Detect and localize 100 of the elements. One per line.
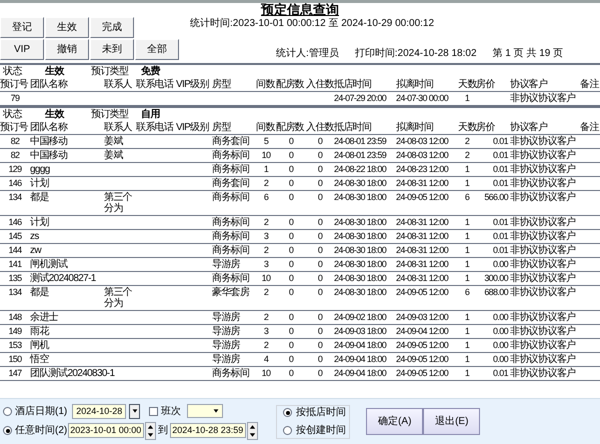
action-button[interactable]: 确定(A) bbox=[366, 408, 424, 435]
table-cell: 商务标间 bbox=[212, 192, 250, 203]
table-cell: 24-08-30 18:00 bbox=[334, 273, 386, 283]
table-cell: 非协议协议客户 bbox=[510, 178, 576, 189]
column-header: 房价 bbox=[476, 122, 495, 133]
booking-type-value: 自用 bbox=[141, 108, 160, 121]
checkbox[interactable] bbox=[149, 406, 158, 416]
table-cell: 24-08-31 12:00 bbox=[396, 178, 448, 188]
filter-button[interactable]: VIP bbox=[0, 39, 44, 60]
table-cell: 测试20240827-1 bbox=[30, 273, 96, 284]
table-cell: 0 bbox=[318, 354, 322, 364]
start-time-field[interactable]: 2023-10-01 00:00 bbox=[68, 423, 144, 438]
table-cell-text: 姜斌 bbox=[104, 136, 124, 147]
end-time-field[interactable]: 2024-10-28 23:59 bbox=[170, 423, 246, 438]
time-basis-label: 按抵店时间 bbox=[296, 406, 346, 420]
filter-button[interactable]: 全部 bbox=[135, 39, 179, 60]
table-cell: 0 bbox=[318, 192, 322, 202]
table-cell: 24-08-30 18:00 bbox=[334, 178, 386, 188]
column-header: 协议客户 bbox=[510, 122, 548, 133]
table-cell: 0 bbox=[288, 164, 294, 174]
column-header: VIP级别 bbox=[176, 122, 209, 133]
table-cell: 非协议协议客户 bbox=[510, 93, 576, 104]
filter-button[interactable]: 生效 bbox=[45, 17, 89, 38]
table-cell: 非协议协议客户 bbox=[510, 287, 576, 298]
table-cell: 24-08-01 23:59 bbox=[334, 136, 386, 146]
table-cell: 非协议协议客户 bbox=[510, 217, 576, 228]
table-cell: 24-08-31 12:00 bbox=[396, 217, 448, 227]
table-cell: 145 bbox=[8, 231, 22, 241]
column-header: 拟离时间 bbox=[396, 79, 434, 90]
table-cell: 非协议协议客户 bbox=[510, 245, 576, 256]
table-cell: 商务标间 bbox=[212, 217, 250, 228]
table-cell: 300.00 bbox=[484, 273, 508, 283]
table-cell: 3 bbox=[264, 326, 268, 336]
table-cell: 24-08-30 18:00 bbox=[334, 231, 386, 241]
column-header: 预订号 bbox=[0, 79, 28, 90]
table-cell: 148 bbox=[8, 312, 22, 322]
time-basis-label: 按创建时间 bbox=[296, 424, 346, 438]
table-cell: 非协议协议客户 bbox=[510, 259, 576, 270]
table-cell: 0 bbox=[288, 136, 294, 146]
table-cell: 闸机测试 bbox=[30, 259, 68, 270]
table-cell: 都是 bbox=[30, 192, 49, 203]
filter-button[interactable]: 登记 bbox=[0, 17, 44, 38]
table-cell: 非协议协议客户 bbox=[510, 136, 576, 147]
spinner-icon[interactable] bbox=[247, 422, 258, 440]
table-cell: 0 bbox=[288, 340, 294, 350]
table-cell: 0.01 bbox=[493, 164, 508, 174]
table-cell: 1 bbox=[464, 340, 470, 350]
table-cell: 闸机 bbox=[30, 340, 49, 351]
table-cell: 0.01 bbox=[493, 136, 508, 146]
filter-button[interactable]: 未到 bbox=[90, 39, 134, 60]
column-header: 配房数 bbox=[276, 79, 304, 90]
hotel-date-field[interactable]: 2024-10-28 bbox=[72, 404, 126, 418]
table-cell: 0.00 bbox=[493, 326, 508, 336]
column-header: 天数 bbox=[458, 122, 477, 133]
table-cell: 0 bbox=[288, 354, 294, 364]
table-cell: 150 bbox=[8, 354, 22, 364]
status-label: 状态 bbox=[3, 108, 24, 121]
table-cell: 0.01 bbox=[493, 245, 508, 255]
table-cell: 余进士 bbox=[30, 312, 58, 323]
table-cell: 导游房 bbox=[212, 312, 240, 323]
radio-button[interactable] bbox=[3, 406, 12, 416]
table-cell: 0 bbox=[318, 164, 322, 174]
dropdown-arrow-icon[interactable] bbox=[130, 407, 139, 415]
table-cell: 24-08-31 12:00 bbox=[396, 231, 448, 241]
filter-button[interactable]: 完成 bbox=[90, 17, 134, 38]
dropdown-arrow-icon[interactable] bbox=[212, 407, 220, 415]
table-cell: 134 bbox=[8, 287, 22, 297]
table-cell: 10 bbox=[262, 368, 270, 378]
table-cell: 计划 bbox=[30, 217, 49, 228]
table-cell: 计划 bbox=[30, 178, 49, 189]
table-cell: 导游房 bbox=[212, 354, 240, 365]
filter-button[interactable]: 撤销 bbox=[45, 39, 89, 60]
table-cell: 24-09-04 12:00 bbox=[396, 326, 448, 336]
table-cell: 24-08-03 12:00 bbox=[396, 150, 448, 160]
table-cell: 1 bbox=[464, 273, 470, 283]
table-cell: 0.00 bbox=[493, 340, 508, 350]
radio-button[interactable] bbox=[283, 408, 292, 417]
table-cell: 24-08-03 12:00 bbox=[396, 136, 448, 146]
column-header: 配房数 bbox=[276, 122, 304, 133]
page-info: 第 1 页 共 19 页 bbox=[492, 48, 564, 60]
table-cell: 非协议协议客户 bbox=[510, 231, 576, 242]
column-header: 间数 bbox=[256, 122, 275, 133]
table-cell: 0 bbox=[318, 273, 322, 283]
table-cell: 24-09-04 18:00 bbox=[334, 340, 386, 350]
date-dropdown-button[interactable] bbox=[129, 404, 140, 418]
table-cell: 2 bbox=[264, 287, 268, 297]
any-time-label: 任意时间(2) bbox=[15, 424, 68, 438]
booking-type-label: 预订类型 bbox=[91, 108, 130, 121]
action-button[interactable]: 退出(E) bbox=[423, 408, 480, 435]
column-header: 团队名称 bbox=[30, 79, 68, 90]
column-header: 联系电话 bbox=[136, 79, 174, 90]
table-cell: 6 bbox=[264, 192, 268, 202]
table-cell: 非协议协议客户 bbox=[510, 326, 576, 337]
radio-button[interactable] bbox=[3, 426, 12, 435]
table-cell: 0 bbox=[288, 217, 294, 227]
spinner-icon[interactable] bbox=[145, 422, 156, 440]
radio-button[interactable] bbox=[283, 426, 292, 435]
status-label: 状态 bbox=[3, 65, 24, 78]
table-cell: 24-08-30 18:00 bbox=[334, 192, 386, 202]
table-cell: 0 bbox=[288, 231, 294, 241]
